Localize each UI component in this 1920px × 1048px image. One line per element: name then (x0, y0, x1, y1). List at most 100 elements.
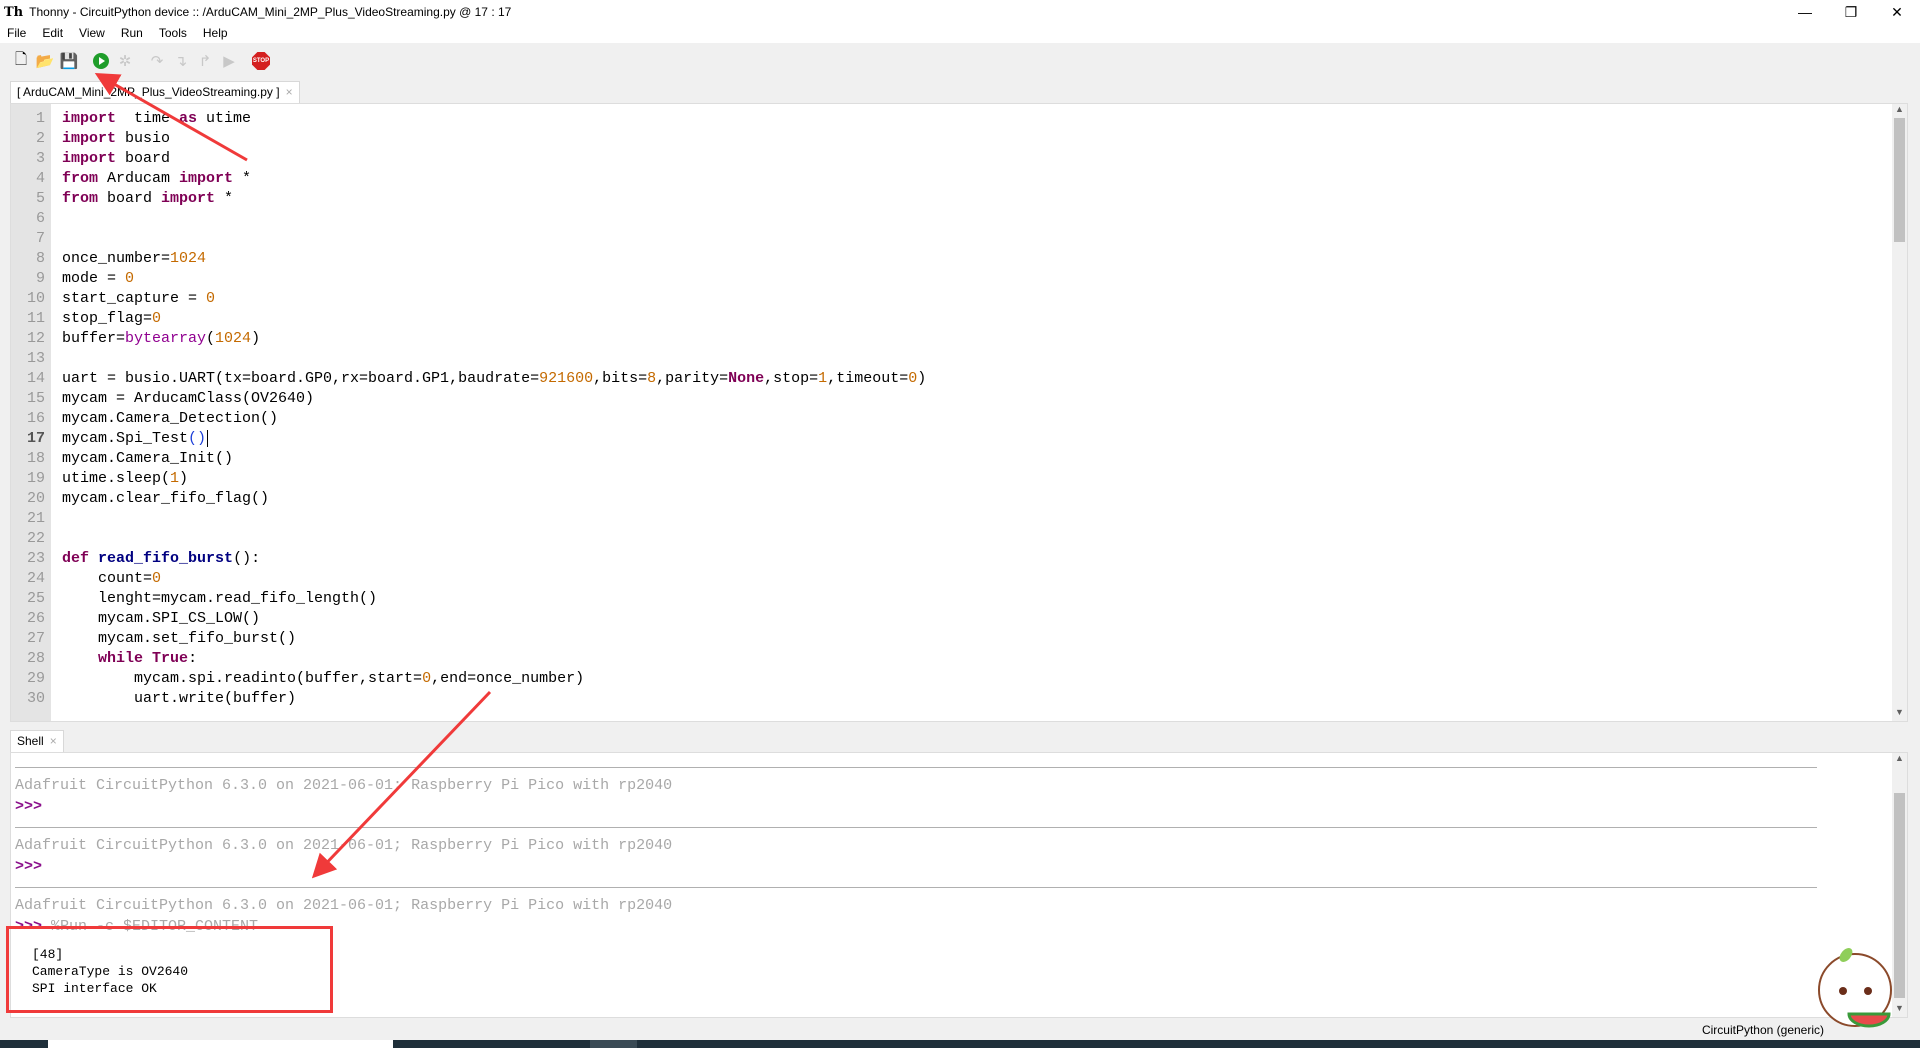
code-token: ( (206, 330, 216, 347)
code-token: stop_flag= (62, 310, 153, 327)
debug-icon[interactable]: ✲ (116, 52, 134, 70)
code-token: while (98, 650, 144, 667)
code-token: import (179, 170, 234, 187)
code-token: time (116, 110, 180, 127)
code-token: 0 (125, 270, 135, 287)
code-token: 8 (647, 370, 657, 387)
code-token: utime.sleep( (62, 470, 171, 487)
shell-prompt: >>> (15, 858, 43, 875)
code-line: start_capture = 0 (62, 290, 215, 307)
code-token: import (161, 190, 216, 207)
run-button[interactable] (92, 52, 110, 70)
code-editor[interactable]: 1 2 3 4 5 6 7 8 9 10 11 12 13 14 15 16 17 18 19 20 21 22 23 24 2… (10, 103, 1908, 722)
tab-editor-file[interactable]: [ ArduCAM_Mini_2MP_Plus_VideoStreaming.p… (10, 81, 300, 103)
step-over-icon[interactable]: ↷ (148, 52, 166, 70)
minimize-button[interactable]: — (1782, 0, 1828, 24)
shell-tabbar: Shell × (0, 730, 1920, 752)
scroll-up-icon[interactable]: ▲ (1892, 104, 1907, 118)
menu-view[interactable]: View (71, 24, 113, 43)
tab-shell[interactable]: Shell × (10, 730, 64, 752)
code-line: from Arducam import * (62, 170, 251, 187)
menu-tools[interactable]: Tools (151, 24, 195, 43)
code-token: mode = (62, 270, 126, 287)
menu-bar: File Edit View Run Tools Help (0, 24, 1920, 43)
code-token: mycam.SPI_CS_LOW() (62, 610, 261, 627)
code-token: ) (179, 470, 189, 487)
line-number: 1 (35, 110, 45, 127)
code-line: mycam.Camera_Init() (62, 450, 233, 467)
code-line: buffer=bytearray(1024) (62, 330, 260, 347)
close-tab-icon[interactable]: × (286, 82, 293, 103)
code-token: ) (251, 330, 261, 347)
line-number: 27 (26, 630, 45, 647)
new-file-icon[interactable]: 🗋 (12, 51, 30, 70)
scroll-down-icon[interactable]: ▼ (1892, 1003, 1907, 1017)
interpreter-selector[interactable]: CircuitPython (generic) (1702, 1023, 1824, 1037)
line-number: 26 (26, 610, 45, 627)
step-out-icon[interactable]: ↱ (196, 52, 214, 70)
line-number: 13 (26, 350, 45, 367)
annotation-highlight-box (6, 926, 333, 1013)
line-number: 9 (35, 270, 45, 287)
scroll-down-icon[interactable]: ▼ (1892, 707, 1907, 721)
code-line: mycam.SPI_CS_LOW() (62, 610, 260, 627)
code-token: 1024 (170, 250, 207, 267)
save-icon[interactable]: 💾 (60, 52, 79, 70)
line-number: 28 (26, 650, 45, 667)
line-number: 3 (35, 150, 45, 167)
thonny-logo: Th (4, 4, 24, 20)
code-token: mycam.spi.readinto(buffer,start= (62, 670, 423, 687)
line-number: 23 (26, 550, 45, 567)
line-number: 29 (26, 670, 45, 687)
code-line: mycam = ArducamClass(OV2640) (62, 390, 314, 407)
line-number: 20 (26, 490, 45, 507)
restore-button[interactable]: ❐ (1828, 0, 1874, 24)
code-token: 1 (170, 470, 180, 487)
line-number: 30 (26, 690, 45, 707)
code-token: None (728, 370, 765, 387)
menu-edit[interactable]: Edit (34, 24, 71, 43)
code-token: (): (233, 550, 261, 567)
tab-label: [ ArduCAM_Mini_2MP_Plus_VideoStreaming.p… (17, 85, 280, 99)
editor-scrollbar[interactable]: ▲ ▼ (1892, 104, 1907, 721)
line-number: 18 (26, 450, 45, 467)
code-token: mycam.Camera_Detection() (62, 410, 279, 427)
open-file-icon[interactable]: 📂 (36, 52, 55, 70)
line-number: 19 (26, 470, 45, 487)
code-token: import (62, 110, 117, 127)
menu-run[interactable]: Run (113, 24, 151, 43)
separator (15, 767, 1817, 768)
code-token: def (62, 550, 90, 567)
code-line: uart = busio.UART(tx=board.GP0,rx=board.… (62, 370, 926, 387)
line-number: 21 (26, 510, 45, 527)
line-number-gutter: 1 2 3 4 5 6 7 8 9 10 11 12 13 14 15 16 17 18 19 20 21 22 23 24 2… (11, 104, 51, 721)
menu-help[interactable]: Help (195, 24, 236, 43)
shell-scrollbar[interactable]: ▲ ▼ (1892, 753, 1907, 1017)
code-token: ,stop= (764, 370, 819, 387)
code-token: 0 (908, 370, 918, 387)
code-token: 921600 (539, 370, 594, 387)
code-token: Arducam (98, 170, 180, 187)
scrollbar-thumb[interactable] (1894, 793, 1905, 998)
code-token: board (116, 150, 171, 167)
code-token: lenght=mycam.read_fifo_length() (62, 590, 378, 607)
scrollbar-thumb[interactable] (1894, 118, 1905, 242)
code-line: mycam.set_fifo_burst() (62, 630, 296, 647)
stop-button[interactable]: STOP (252, 52, 270, 70)
code-token: from (62, 170, 99, 187)
code-line: def read_fifo_burst(): (62, 550, 260, 567)
close-button[interactable]: ✕ (1874, 0, 1920, 24)
menu-file[interactable]: File (0, 24, 34, 43)
resume-icon[interactable]: ▶ (220, 52, 238, 70)
step-into-icon[interactable]: ↴ (172, 52, 190, 70)
close-tab-icon[interactable]: × (50, 731, 57, 752)
code-token: ) (917, 370, 927, 387)
text-cursor (207, 430, 209, 447)
line-number: 6 (35, 210, 45, 227)
code-line: import board (62, 150, 170, 167)
code-line: mycam.spi.readinto(buffer,start=0,end=on… (62, 670, 584, 687)
scroll-up-icon[interactable]: ▲ (1892, 753, 1907, 767)
code-token: ,parity= (656, 370, 729, 387)
code-token: * (215, 190, 234, 207)
